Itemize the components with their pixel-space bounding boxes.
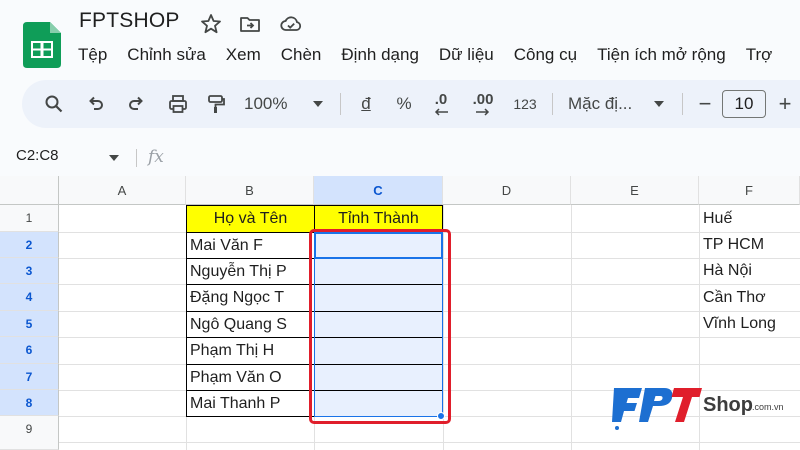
row-header-6[interactable]: 6 (0, 337, 59, 364)
column-header-a[interactable]: A (59, 176, 186, 205)
arrow-left-icon (434, 108, 448, 116)
column-header-e[interactable]: E (571, 176, 699, 205)
cell-f1[interactable]: Huế (699, 205, 800, 232)
font-family-value: Mặc đị... (568, 94, 633, 113)
cell-b7[interactable]: Phạm Văn O (186, 364, 315, 391)
menu-edit[interactable]: Chỉnh sửa (117, 43, 215, 67)
toolbar-divider (552, 93, 553, 115)
caret-down-icon (313, 101, 323, 107)
column-header-b[interactable]: B (186, 176, 314, 205)
cell-b8[interactable]: Mai Thanh P (186, 390, 315, 417)
row-header-8[interactable]: 8 (0, 390, 59, 416)
menu-format[interactable]: Định dạng (331, 43, 429, 67)
format-currency-button[interactable]: đ (354, 80, 378, 128)
row-header-7[interactable]: 7 (0, 364, 59, 390)
fx-icon: fx (148, 147, 164, 167)
gridline (59, 442, 800, 443)
red-highlight-box (309, 229, 451, 424)
cell-b6[interactable]: Phạm Thị H (186, 337, 315, 365)
cell-b3[interactable]: Nguyễn Thị P (186, 258, 315, 285)
increase-decimal-button[interactable]: .00 (466, 80, 500, 128)
column-header-c[interactable]: C (314, 176, 443, 205)
more-formats-button[interactable]: 123 (508, 80, 542, 128)
cell-f5[interactable]: Vĩnh Long (699, 311, 800, 337)
font-family-dropdown[interactable]: Mặc đị... (568, 80, 668, 128)
arrow-right-icon (476, 108, 490, 116)
cell-b2[interactable]: Mai Văn F (186, 232, 315, 259)
cell-f2[interactable]: TP HCM (699, 232, 800, 258)
caret-down-icon (654, 101, 664, 107)
redo-icon (129, 96, 143, 110)
menu-bar: Tệp Chỉnh sửa Xem Chèn Định dạng Dữ liệu… (68, 43, 782, 67)
row-header-9[interactable]: 9 (0, 416, 59, 450)
menu-tools[interactable]: Công cụ (504, 43, 587, 67)
decrease-decimal-button[interactable]: .0 (426, 80, 456, 128)
star-icon[interactable] (199, 12, 223, 36)
google-sheets-window: FPTSHOP Tệp Chỉnh sửa Xem Chèn Định dạng… (0, 0, 800, 450)
row-header-2[interactable]: 2 (0, 232, 59, 258)
menu-extensions[interactable]: Tiện ích mở rộng (587, 43, 736, 67)
toolbar-divider (340, 93, 341, 115)
decrease-font-size-button[interactable]: − (694, 80, 716, 128)
undo-button[interactable] (82, 80, 110, 128)
format-percent-button[interactable]: % (392, 80, 416, 128)
paint-format-button[interactable] (202, 80, 230, 128)
app-header: FPTSHOP Tệp Chỉnh sửa Xem Chèn Định dạng… (0, 0, 800, 78)
watermark-domain-text: .com.vn (752, 402, 784, 412)
zoom-dropdown[interactable]: 100% (244, 80, 323, 128)
cell-f4[interactable]: Cần Thơ (699, 284, 800, 311)
row-header-5[interactable]: 5 (0, 311, 59, 337)
menu-data[interactable]: Dữ liệu (429, 43, 504, 67)
print-icon (169, 95, 187, 113)
paint-roller-icon (208, 95, 225, 113)
column-header-d[interactable]: D (443, 176, 571, 205)
increase-font-size-button[interactable]: + (774, 80, 796, 128)
font-size-input[interactable]: 10 (722, 90, 766, 118)
formula-bar: C2:C8 fx (0, 140, 800, 176)
zoom-value: 100% (244, 94, 288, 113)
undo-icon (89, 96, 103, 110)
search-menus-button[interactable] (40, 80, 68, 128)
print-button[interactable] (164, 80, 192, 128)
menu-help[interactable]: Trợ (736, 43, 783, 67)
column-header-f[interactable]: F (699, 176, 800, 205)
menu-view[interactable]: Xem (216, 43, 271, 67)
cell-f3[interactable]: Hà Nội (699, 258, 800, 284)
menu-file[interactable]: Tệp (68, 43, 117, 67)
toolbar-divider (682, 93, 683, 115)
row-header-3[interactable]: 3 (0, 258, 59, 284)
cell-b5[interactable]: Ngô Quang S (186, 311, 315, 338)
select-all-corner[interactable] (0, 176, 59, 205)
formula-divider (136, 149, 137, 167)
fill-handle[interactable] (437, 412, 445, 420)
redo-button[interactable] (122, 80, 150, 128)
name-box[interactable]: C2:C8 (16, 147, 59, 164)
sheets-logo-icon[interactable] (23, 22, 61, 68)
caret-down-icon[interactable] (109, 154, 119, 162)
cloud-saved-icon[interactable] (279, 12, 303, 36)
move-folder-icon[interactable] (238, 12, 262, 36)
row-header-1[interactable]: 1 (0, 205, 59, 232)
cell-b1-header[interactable]: Họ và Tên (186, 205, 315, 233)
toolbar: 100% đ % .0 .00 123 Mặc đị... − 10 + (22, 80, 800, 128)
row-header-4[interactable]: 4 (0, 284, 59, 311)
search-icon (45, 95, 63, 113)
document-title[interactable]: FPTSHOP (79, 9, 180, 33)
cell-b4[interactable]: Đặng Ngọc T (186, 284, 315, 312)
gridline (571, 205, 572, 450)
menu-insert[interactable]: Chèn (271, 43, 332, 67)
watermark-shop-text: Shop (703, 394, 753, 416)
